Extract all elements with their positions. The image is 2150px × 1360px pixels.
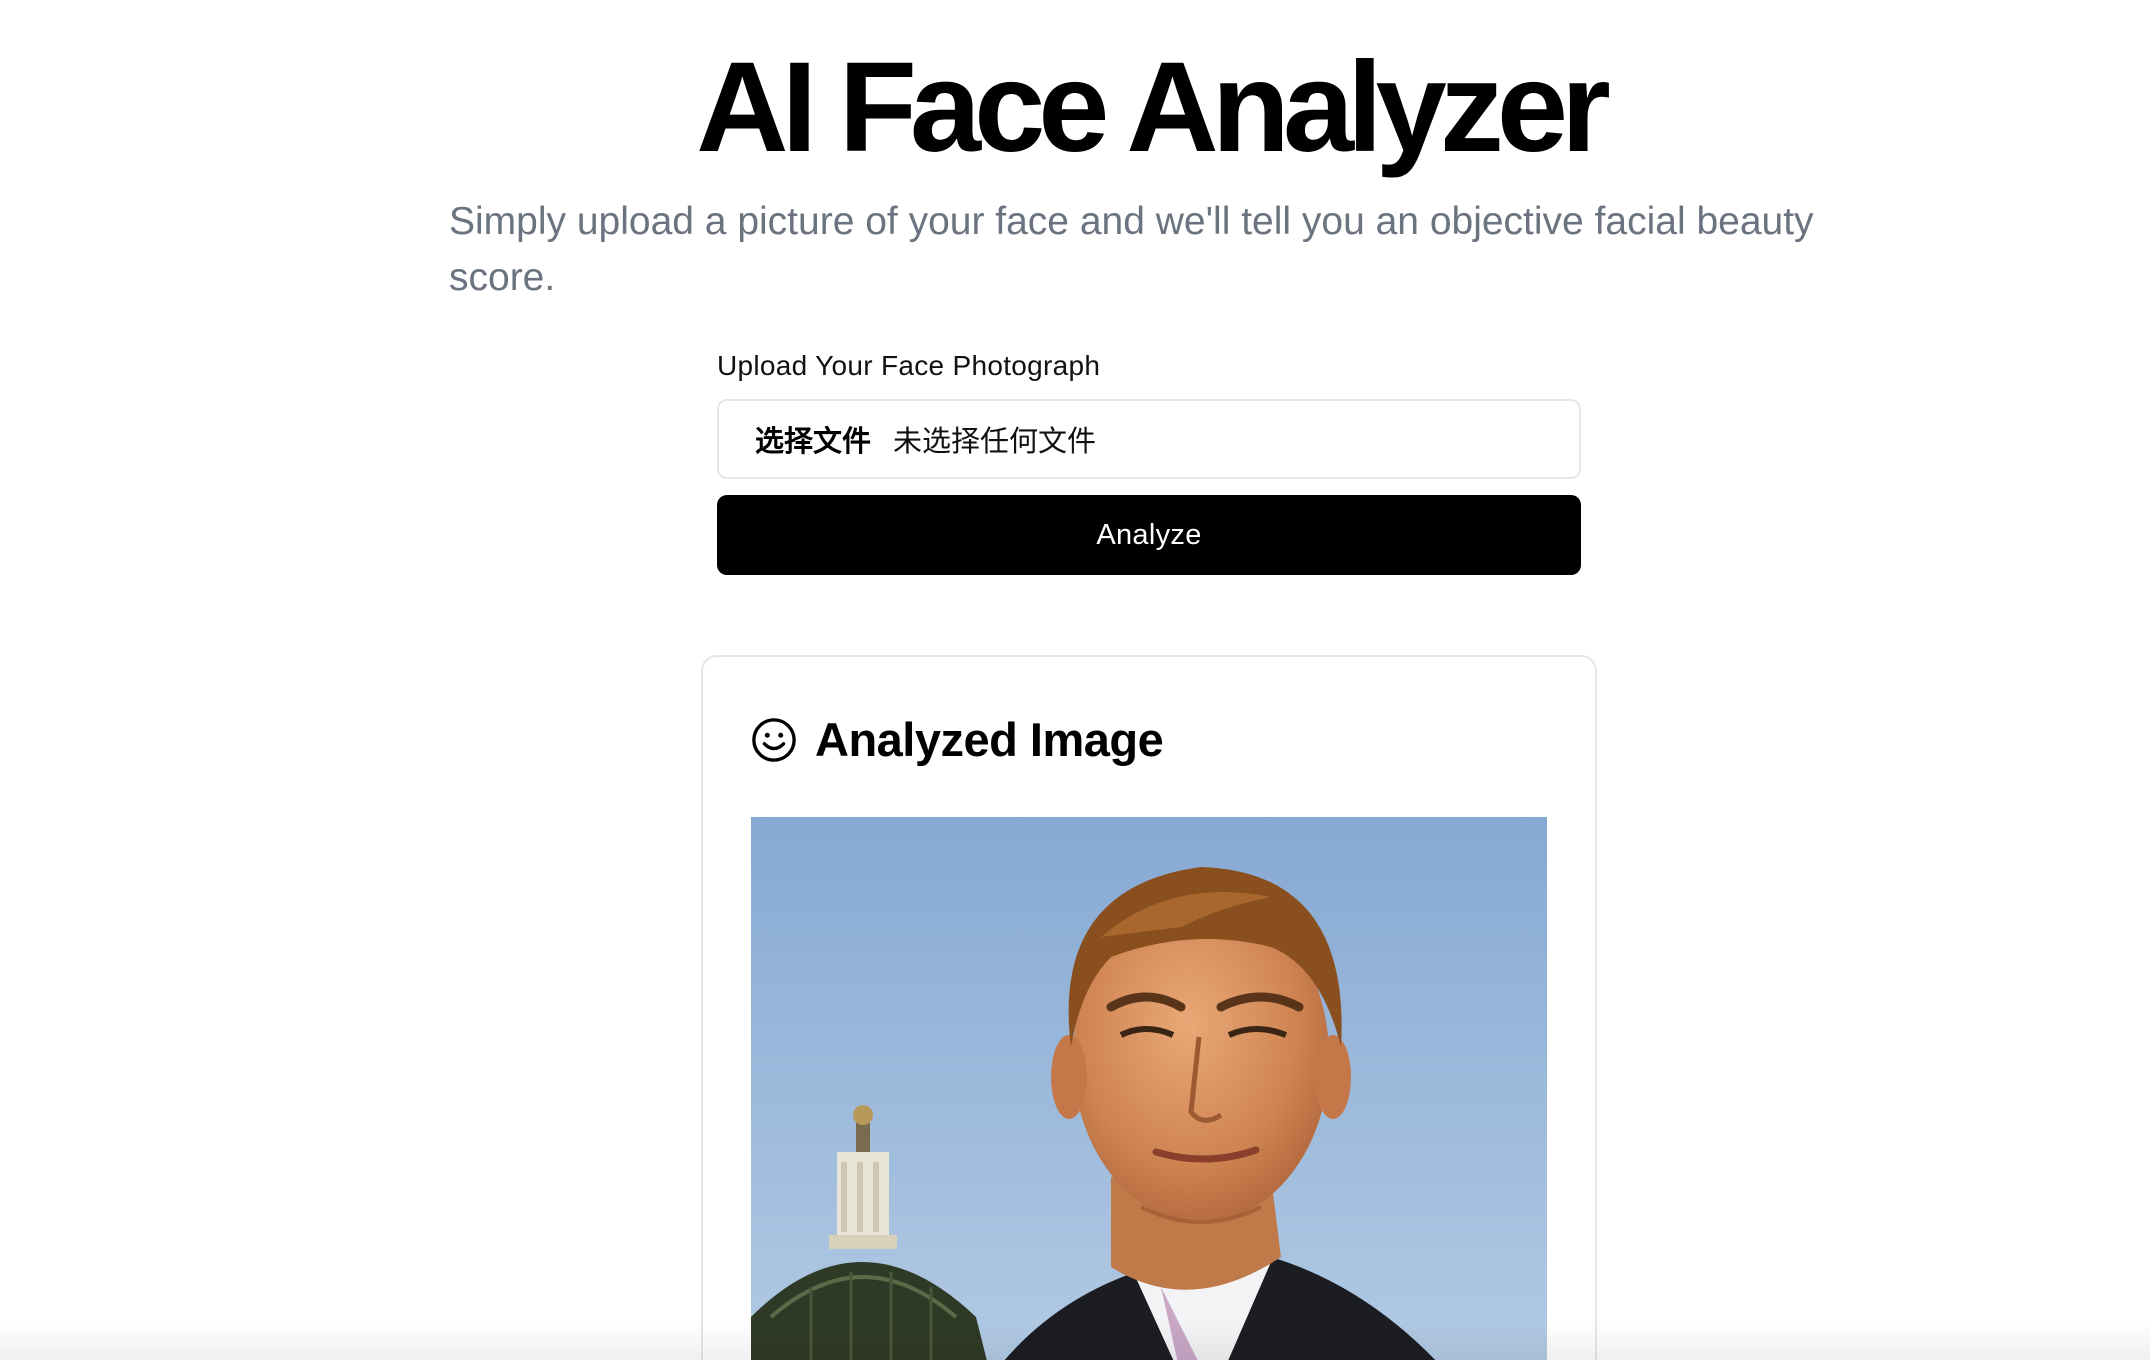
portrait-image	[751, 817, 1547, 1360]
page-subtitle: Simply upload a picture of your face and…	[449, 200, 1814, 299]
bottom-scroll-shadow	[0, 1320, 2150, 1360]
analyzed-image-card: Analyzed Image	[701, 655, 1597, 1360]
file-input[interactable]: 选择文件 未选择任何文件	[717, 399, 1581, 479]
choose-file-button[interactable]: 选择文件	[755, 418, 871, 460]
analyzed-photo	[751, 817, 1547, 1360]
smile-icon	[752, 717, 796, 762]
analyze-button[interactable]: Analyze	[717, 495, 1581, 575]
upload-label: Upload Your Face Photograph	[717, 350, 1101, 381]
card-header: Analyzed Image	[751, 712, 1164, 767]
page: AI Face Analyzer Simply upload a picture…	[0, 0, 2150, 1360]
page-title: AI Face Analyzer	[696, 36, 1611, 179]
no-file-chosen-text: 未选择任何文件	[893, 426, 1097, 458]
card-title: Analyzed Image	[815, 713, 1164, 766]
